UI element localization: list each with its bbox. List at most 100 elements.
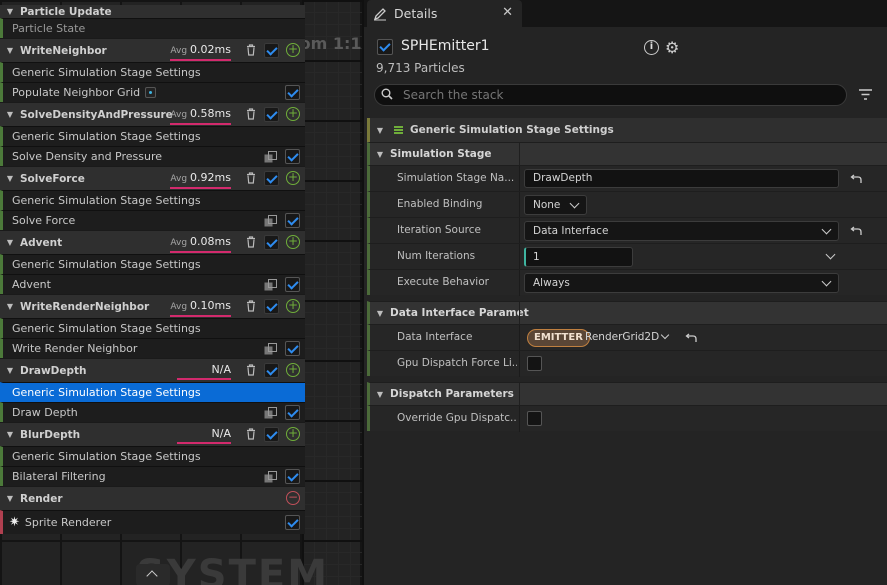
gear-icon[interactable]: ⚙ [665, 38, 679, 57]
category-simulation-stage[interactable]: ▼ Simulation Stage [367, 142, 887, 166]
stage-header-advent[interactable]: ▼ Advent Avg 0.08ms + [0, 230, 305, 254]
stage-enable-checkbox[interactable] [264, 235, 279, 253]
num-iterations-field[interactable]: 1 [524, 247, 633, 267]
stage-enable-checkbox[interactable] [264, 107, 279, 125]
collapse-arrow-icon[interactable]: ▼ [0, 430, 20, 439]
module-enable-checkbox[interactable] [285, 405, 300, 423]
list-item[interactable]: ✷ Sprite Renderer [0, 510, 305, 534]
collapse-arrow-icon[interactable]: ▼ [0, 302, 20, 311]
gpu-dispatch-force-checkbox[interactable] [527, 356, 542, 374]
add-icon[interactable]: + [286, 43, 300, 57]
remove-icon[interactable]: − [286, 491, 300, 505]
trash-icon[interactable] [246, 108, 256, 120]
module-enable-checkbox[interactable] [285, 85, 300, 103]
collapse-arrow-icon[interactable]: ▼ [370, 150, 390, 159]
list-item[interactable]: Generic Simulation Stage Settings [0, 382, 305, 402]
list-item[interactable]: Advent [0, 274, 305, 294]
list-item[interactable]: Solve Density and Pressure [0, 146, 305, 166]
collapse-arrow-icon[interactable]: ▼ [0, 7, 20, 16]
avg-value: 0.58ms [190, 107, 231, 120]
emitter-header: SPHEmitter1 9,713 Particles i ⚙ [364, 27, 887, 83]
trash-icon[interactable] [246, 172, 256, 184]
list-item[interactable]: Draw Depth [0, 402, 305, 422]
list-item[interactable]: Generic Simulation Stage Settings [0, 446, 305, 466]
chevron-down-icon[interactable] [825, 249, 836, 260]
stage-header-solvedensityandpressure[interactable]: ▼ SolveDensityAndPressure Avg 0.58ms + [0, 102, 305, 126]
module-enable-checkbox[interactable] [285, 469, 300, 487]
stage-avg-time: Avg 0.08ms [170, 235, 231, 253]
add-icon[interactable]: + [286, 171, 300, 185]
add-icon[interactable]: + [286, 363, 300, 377]
stage-title: Render [20, 492, 63, 505]
filter-icon[interactable] [858, 87, 873, 102]
collapse-arrow-icon[interactable]: ▼ [0, 174, 20, 183]
list-item[interactable]: Write Render Neighbor [0, 338, 305, 358]
stage-enable-checkbox[interactable] [264, 299, 279, 317]
stage-header-solveforce[interactable]: ▼ SolveForce Avg 0.92ms + [0, 166, 305, 190]
collapse-arrow-icon[interactable]: ▼ [370, 309, 390, 318]
category-data-interface[interactable]: ▼ Data Interface Paramet [367, 301, 887, 325]
override-gpu-dispatch-checkbox[interactable] [527, 411, 542, 429]
module-enable-checkbox[interactable] [285, 341, 300, 359]
list-item[interactable]: Solve Force [0, 210, 305, 230]
section-header[interactable]: ▼ Generic Simulation Stage Settings [367, 118, 887, 142]
iteration-source-dropdown[interactable]: Data Interface [524, 221, 839, 241]
trash-icon[interactable] [246, 236, 256, 248]
reset-icon[interactable] [850, 174, 862, 184]
list-item[interactable]: Bilateral Filtering [0, 466, 305, 486]
module-enable-checkbox[interactable] [285, 277, 300, 295]
add-icon[interactable]: + [286, 235, 300, 249]
stage-enable-checkbox[interactable] [264, 43, 279, 61]
stage-enable-checkbox[interactable] [264, 171, 279, 189]
stage-enable-checkbox[interactable] [264, 363, 279, 381]
trash-icon[interactable] [246, 44, 256, 56]
collapse-arrow-icon[interactable]: ▼ [0, 110, 20, 119]
module-enable-checkbox[interactable] [285, 149, 300, 167]
collapse-stack-button[interactable] [136, 564, 170, 585]
add-icon[interactable]: + [286, 299, 300, 313]
stage-header-render[interactable]: ▼ Render − [0, 486, 305, 510]
list-item[interactable]: Generic Simulation Stage Settings [0, 190, 305, 210]
stage-header-particle-update[interactable]: ▼ Particle Update [0, 5, 305, 18]
execute-behavior-dropdown[interactable]: Always [524, 273, 839, 293]
add-icon[interactable]: + [286, 427, 300, 441]
collapse-arrow-icon[interactable]: ▼ [0, 238, 20, 247]
tab-details[interactable]: Details ✕ [367, 0, 522, 27]
stage-enable-checkbox[interactable] [264, 427, 279, 445]
stage-header-writeneighbor[interactable]: ▼ WriteNeighbor Avg 0.02ms + [0, 38, 305, 62]
stage-avg-time: Avg 0.92ms [170, 171, 231, 189]
collapse-arrow-icon[interactable]: ▼ [0, 494, 20, 503]
add-icon[interactable]: + [286, 107, 300, 121]
list-item[interactable]: Populate Neighbor Grid [0, 82, 305, 102]
trash-icon[interactable] [246, 428, 256, 440]
category-dispatch-parameters[interactable]: ▼ Dispatch Parameters [367, 382, 887, 406]
stage-header-blurdepth[interactable]: ▼ BlurDepth N/A + [0, 422, 305, 446]
reset-icon[interactable] [685, 333, 697, 343]
stage-title: Advent [20, 236, 63, 249]
module-enable-checkbox[interactable] [285, 515, 300, 533]
list-item[interactable]: Generic Simulation Stage Settings [0, 318, 305, 338]
enabled-binding-dropdown[interactable]: None [524, 195, 587, 215]
trash-icon[interactable] [246, 300, 256, 312]
list-item[interactable]: Generic Simulation Stage Settings [0, 126, 305, 146]
stage-header-drawdepth[interactable]: ▼ DrawDepth N/A + [0, 358, 305, 382]
stage-name-field[interactable]: DrawDepth [524, 169, 839, 188]
collapse-arrow-icon[interactable]: ▼ [370, 126, 390, 135]
list-item[interactable]: Generic Simulation Stage Settings [0, 254, 305, 274]
close-icon[interactable]: ✕ [502, 5, 513, 20]
emitter-graph-canvas[interactable]: Zoom 1:1 SYSTEM ▼ Particle Update Partic… [0, 0, 364, 585]
list-item[interactable]: Generic Simulation Stage Settings [0, 62, 305, 82]
collapse-arrow-icon[interactable]: ▼ [0, 366, 20, 375]
stage-header-writerenderneighbor[interactable]: ▼ WriteRenderNeighbor Avg 0.10ms + [0, 294, 305, 318]
list-item[interactable]: Particle State [0, 18, 305, 38]
info-icon[interactable]: i [644, 40, 659, 55]
module-enable-checkbox[interactable] [285, 213, 300, 231]
emitter-enable-checkbox[interactable] [377, 39, 393, 58]
data-interface-value[interactable]: RenderGrid2D [585, 331, 659, 343]
collapse-arrow-icon[interactable]: ▼ [370, 390, 390, 399]
trash-icon[interactable] [246, 364, 256, 376]
reset-icon[interactable] [850, 226, 862, 236]
search-input[interactable]: Search the stack [374, 84, 847, 106]
chevron-down-icon[interactable] [660, 330, 670, 340]
collapse-arrow-icon[interactable]: ▼ [0, 46, 20, 55]
